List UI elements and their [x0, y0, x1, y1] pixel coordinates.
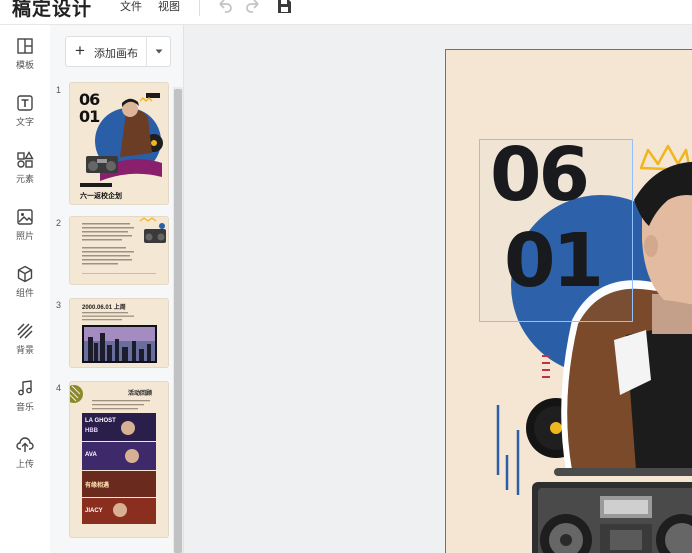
- thumb-caption: 六一返校企划: [80, 193, 122, 200]
- page-number: 4: [56, 383, 62, 393]
- thumb-header: 2000.06.01 上周: [82, 305, 126, 311]
- add-canvas-dropdown[interactable]: [146, 37, 171, 66]
- sidebar-item-label: 元素: [15, 174, 34, 184]
- page-item-3: 3 2000.06.01 上周: [50, 297, 172, 367]
- page-item-2: 2: [50, 215, 172, 285]
- selection-box[interactable]: [479, 139, 633, 322]
- text-icon: [17, 95, 33, 111]
- sidebar-item-photo[interactable]: 照片: [0, 208, 50, 254]
- music-icon: [18, 380, 32, 396]
- elements-icon: [17, 151, 34, 168]
- page-thumbnail-art: [70, 217, 168, 284]
- sidebar-item-upload[interactable]: 上传: [0, 436, 50, 482]
- top-bar: 稿定设计 文件 视图: [0, 0, 692, 25]
- pages-panel: + 添加画布 1 06 01 六一返校企划 2 3 2000.06.01 上周 …: [50, 25, 184, 553]
- left-sidebar: 模板 文字 元素 照片 组件 背景 音乐 上传: [0, 25, 51, 553]
- app-title: 稿定设计: [12, 0, 93, 20]
- sidebar-item-music[interactable]: 音乐: [0, 379, 50, 425]
- caret-down-icon: [155, 49, 163, 54]
- page-thumbnail-2[interactable]: [70, 217, 168, 284]
- add-canvas-control: + 添加画布: [65, 36, 171, 67]
- photo-icon: [17, 209, 33, 225]
- plus-icon: +: [75, 41, 85, 60]
- menu-file[interactable]: 文件: [120, 0, 142, 14]
- page-thumbnail-1[interactable]: 06 01 六一返校企划: [70, 83, 168, 204]
- upload-icon: [16, 437, 34, 452]
- save-icon[interactable]: [276, 0, 292, 14]
- thumb-banner-4: 有缘相遇: [85, 483, 110, 489]
- sidebar-item-template[interactable]: 模板: [0, 37, 50, 83]
- sidebar-item-label: 文字: [15, 117, 34, 127]
- background-icon: [17, 323, 33, 339]
- sidebar-item-label: 上传: [15, 459, 34, 469]
- canvas-workspace: 06 01: [184, 25, 692, 553]
- page-number: 1: [56, 85, 62, 95]
- undo-icon[interactable]: [216, 0, 232, 14]
- page-number: 2: [56, 218, 62, 228]
- design-canvas[interactable]: 06 01: [445, 49, 692, 553]
- thumb-banner-2: HBB: [85, 428, 98, 434]
- sidebar-item-label: 背景: [15, 345, 34, 355]
- page-thumbnail-4[interactable]: 活动回顾 LA GHOST HBB AVA 有缘相遇 JIACY: [70, 382, 168, 537]
- page-thumbnail-3[interactable]: 2000.06.01 上周: [70, 299, 168, 367]
- component-icon: [17, 265, 33, 283]
- sidebar-item-label: 模板: [15, 60, 34, 70]
- redo-icon[interactable]: [246, 0, 262, 14]
- thumb-digits-bottom: 01: [79, 107, 100, 126]
- thumb-header: 活动回顾: [128, 391, 153, 397]
- pages-scrollbar[interactable]: [173, 87, 183, 553]
- sidebar-item-label: 组件: [15, 288, 34, 298]
- template-icon: [17, 38, 33, 54]
- sidebar-item-background[interactable]: 背景: [0, 322, 50, 368]
- add-canvas-button[interactable]: + 添加画布: [66, 37, 146, 66]
- thumb-banner-1: LA GHOST: [85, 418, 116, 424]
- add-canvas-label: 添加画布: [94, 48, 138, 60]
- menu-view[interactable]: 视图: [158, 0, 180, 14]
- page-item-4: 4 活动回顾 LA GHOST HBB AVA 有缘相遇 JIACY: [50, 380, 172, 540]
- pages-scrollbar-thumb[interactable]: [174, 89, 182, 553]
- sidebar-item-label: 照片: [15, 231, 34, 241]
- sidebar-item-component[interactable]: 组件: [0, 265, 50, 311]
- sidebar-item-text[interactable]: 文字: [0, 94, 50, 140]
- page-item-1: 1 06 01 六一返校企划: [50, 80, 172, 205]
- page-number: 3: [56, 300, 62, 310]
- thumb-banner-3: AVA: [85, 452, 97, 458]
- sidebar-item-elements[interactable]: 元素: [0, 151, 50, 197]
- thumb-banner-5: JIACY: [85, 508, 103, 514]
- sidebar-item-label: 音乐: [15, 402, 34, 412]
- toolbar-divider: [199, 0, 200, 16]
